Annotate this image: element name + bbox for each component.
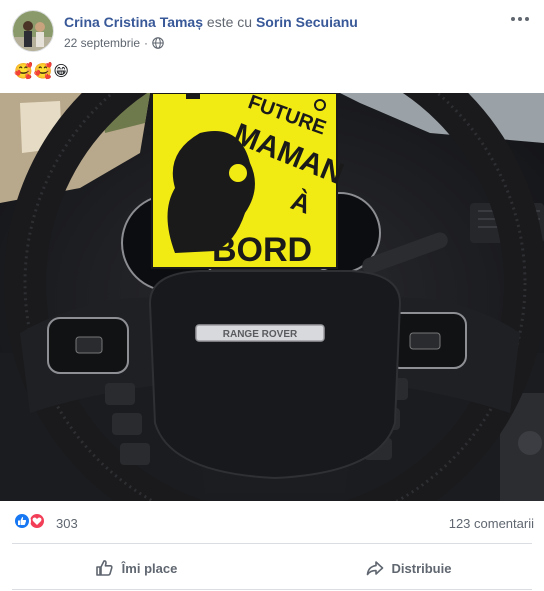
avatar-image: [13, 11, 53, 51]
sign-line-4: BORD: [212, 231, 312, 269]
more-options-icon[interactable]: [508, 10, 532, 28]
post-photo[interactable]: RANGE ROVER FUTURE MAMAN À BORD: [0, 93, 544, 501]
thumbs-up-icon: [95, 560, 113, 576]
share-arrow-icon: [366, 561, 383, 576]
actions-divider-top: [12, 543, 532, 544]
like-reaction-icon: [13, 512, 31, 530]
post-actions: Îmi place Distribuie: [0, 548, 544, 588]
comments-count-link[interactable]: 123 comentarii: [449, 516, 534, 531]
author-avatar[interactable]: [12, 10, 54, 52]
post-date[interactable]: 22 septembrie: [64, 36, 140, 50]
author-name-link[interactable]: Crina Cristina Tamaș: [64, 14, 203, 30]
steering-wheel-photo: RANGE ROVER FUTURE MAMAN À BORD: [0, 93, 544, 501]
globe-icon[interactable]: [152, 37, 164, 49]
reaction-icons[interactable]: [13, 512, 46, 530]
post-text-emojis: 🥰🥰😁: [14, 63, 70, 80]
share-button-label: Distribuie: [391, 560, 452, 576]
with-text: este cu: [206, 14, 253, 30]
actions-divider-bottom: [12, 589, 532, 590]
tagged-person-link[interactable]: Sorin Secuianu: [256, 14, 358, 30]
author-line: Crina Cristina Tamaș este cu Sorin Secui…: [64, 14, 358, 30]
reactions-count[interactable]: 303: [56, 516, 78, 531]
badge-text: RANGE ROVER: [223, 329, 298, 340]
post-meta: 22 septembrie ·: [64, 36, 164, 50]
post-header: Crina Cristina Tamaș este cu Sorin Secui…: [0, 0, 544, 60]
reactions-bar: 303 123 comentarii: [0, 508, 544, 538]
like-button[interactable]: Îmi place: [0, 548, 272, 588]
share-button[interactable]: Distribuie: [272, 548, 544, 588]
meta-separator: ·: [144, 36, 149, 50]
like-button-label: Îmi place: [121, 560, 178, 576]
